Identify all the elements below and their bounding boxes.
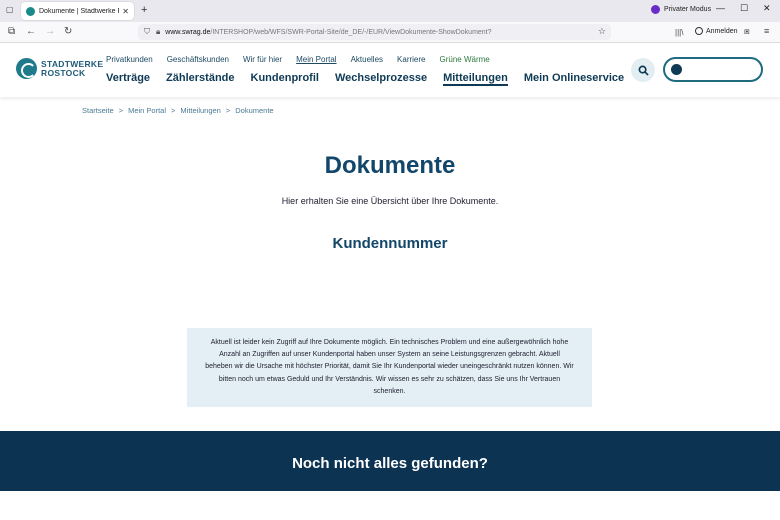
browser-signin-button[interactable]: Anmelden (695, 27, 738, 35)
tab-list-icon[interactable]: ▢ (6, 5, 14, 14)
breadcrumb-separator: > (225, 106, 231, 115)
library-icon[interactable]: |||\ (675, 28, 683, 37)
user-avatar-icon (671, 64, 682, 75)
browser-navbar: ⧉ ← → ↻ ⛉ 🔒︎ www.swrag.de /INTERSHOP/web… (0, 22, 780, 43)
top-navigation: Privatkunden Geschäftskunden Wir für hie… (106, 55, 504, 64)
topnav-wir-fuer-hier[interactable]: Wir für hier (243, 55, 282, 64)
url-host: www.swrag.de (165, 28, 211, 36)
private-mode-label: Privater Modus (664, 6, 712, 13)
back-icon[interactable]: ← (26, 26, 36, 37)
outage-notice: Aktuell ist leider kein Zugriff auf Ihre… (187, 328, 592, 407)
minimize-icon[interactable]: — (716, 3, 725, 13)
new-tab-icon[interactable]: + (141, 4, 147, 16)
main-navigation: Verträge Zählerstände Kundenprofil Wechs… (106, 72, 640, 86)
topnav-privatkunden[interactable]: Privatkunden (106, 55, 153, 64)
logo-icon (16, 58, 37, 79)
breadcrumb-mein-portal[interactable]: Mein Portal (128, 106, 166, 115)
private-mode-icon (651, 5, 660, 14)
breadcrumb: Startseite > Mein Portal > Mitteilungen … (82, 106, 279, 115)
breadcrumb-mitteilungen[interactable]: Mitteilungen (180, 106, 220, 115)
customer-number-heading: Kundennummer (332, 235, 448, 252)
mainnav-mein-onlineservice[interactable]: Mein Onlineservice (524, 72, 624, 86)
mainnav-mitteilungen[interactable]: Mitteilungen (443, 72, 508, 86)
close-window-icon[interactable]: ✕ (763, 3, 771, 14)
browser-tabbar: ▢ Dokumente | Stadtwerke Rostock ✕ + Pri… (0, 0, 780, 22)
logo-text: STADTWERKE ROSTOCK (41, 58, 104, 78)
topnav-karriere[interactable]: Karriere (397, 55, 425, 64)
extensions-icon[interactable]: ⧆ (744, 26, 750, 37)
page-subtitle: Hier erhalten Sie eine Übersicht über Ih… (281, 196, 499, 206)
search-button[interactable] (631, 58, 655, 82)
search-icon (638, 65, 649, 76)
menu-icon[interactable]: ≡ (764, 26, 769, 36)
page-title: Dokumente (324, 152, 456, 179)
bookmark-star-icon[interactable]: ☆ (598, 26, 606, 37)
topnav-mein-portal[interactable]: Mein Portal (296, 55, 336, 64)
footer-title: Noch nicht alles gefunden? (292, 455, 488, 472)
tracking-shield-icon[interactable]: ⛉ (144, 27, 150, 37)
address-bar[interactable]: ⛉ 🔒︎ www.swrag.de /INTERSHOP/web/WFS/SWR… (138, 24, 611, 40)
tab-title: Dokumente | Stadtwerke Rostock (39, 7, 119, 15)
stadtwerke-logo[interactable]: STADTWERKE ROSTOCK (16, 58, 103, 79)
site-header: STADTWERKE ROSTOCK Privatkunden Geschäft… (0, 43, 780, 97)
footer-band: Noch nicht alles gefunden? (0, 431, 780, 491)
maximize-icon[interactable]: ☐ (740, 3, 748, 14)
mainnav-kundenprofil[interactable]: Kundenprofil (251, 72, 319, 86)
mainnav-zaehlerstaende[interactable]: Zählerstände (166, 72, 234, 86)
browser-tab[interactable]: Dokumente | Stadtwerke Rostock ✕ (21, 2, 134, 20)
close-tab-icon[interactable]: ✕ (122, 7, 129, 16)
breadcrumb-separator: > (118, 106, 124, 115)
reload-icon[interactable]: ↻ (64, 26, 72, 37)
breadcrumb-startseite[interactable]: Startseite (82, 106, 114, 115)
forward-icon[interactable]: → (45, 26, 55, 37)
browser-signin-label: Anmelden (706, 27, 738, 35)
account-icon (695, 27, 703, 35)
url-path: /INTERSHOP/web/WFS/SWR-Portal-Site/de_DE… (210, 28, 492, 36)
account-login-button[interactable] (663, 57, 763, 82)
topnav-geschaeftskunden[interactable]: Geschäftskunden (167, 55, 229, 64)
topnav-aktuelles[interactable]: Aktuelles (351, 55, 383, 64)
mainnav-wechselprozesse[interactable]: Wechselprozesse (335, 72, 427, 86)
sidebar-toggle-icon[interactable]: ⧉ (8, 26, 15, 37)
lock-icon[interactable]: 🔒︎ (156, 27, 160, 37)
topnav-gruene-waerme[interactable]: Grüne Wärme (439, 55, 489, 64)
breadcrumb-dokumente: Dokumente (235, 106, 274, 115)
private-mode-indicator: Privater Modus (651, 5, 711, 14)
mainnav-vertraege[interactable]: Verträge (106, 72, 150, 86)
site-favicon-icon (26, 6, 35, 16)
breadcrumb-separator: > (171, 106, 176, 115)
